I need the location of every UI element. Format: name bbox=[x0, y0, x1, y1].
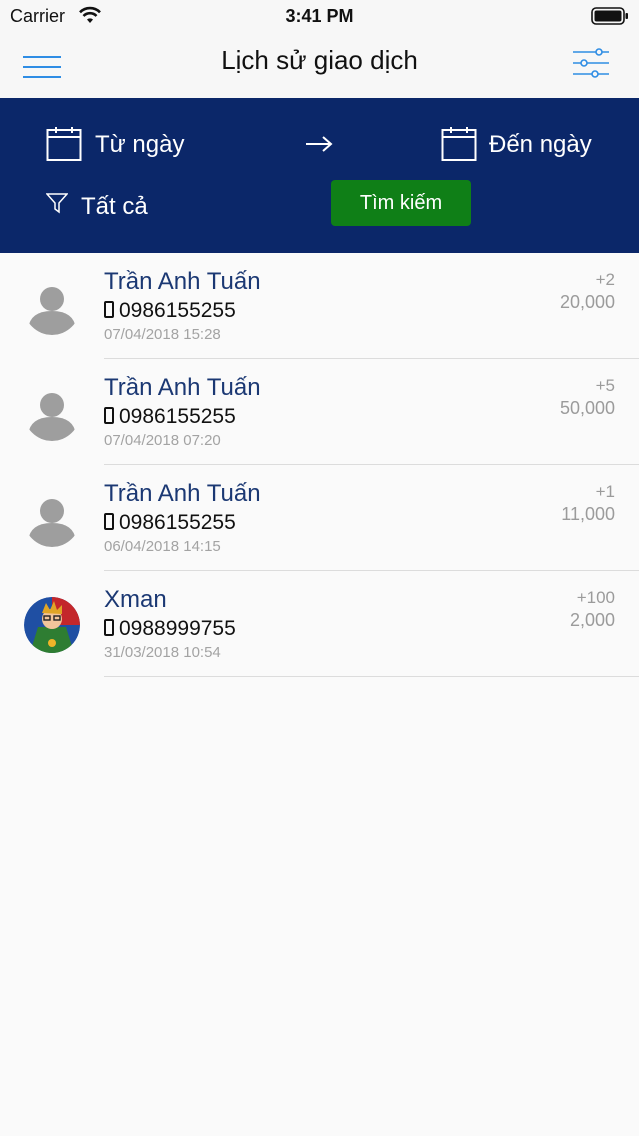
customer-phone: 0986155255 bbox=[104, 511, 236, 535]
transaction-datetime: 06/04/2018 14:15 bbox=[104, 538, 221, 555]
to-date-picker[interactable]: Đến ngày bbox=[441, 126, 631, 166]
transaction-amount: 11,000 bbox=[561, 504, 615, 524]
customer-name: Trần Anh Tuấn bbox=[104, 480, 261, 507]
battery-icon bbox=[591, 7, 628, 25]
mobile-phone-icon bbox=[104, 301, 114, 318]
customer-name: Trần Anh Tuấn bbox=[104, 268, 261, 295]
phone-number: 0986155255 bbox=[119, 405, 236, 428]
phone-number: 0986155255 bbox=[119, 299, 236, 322]
status-bar: Carrier 3:41 PM bbox=[0, 0, 639, 34]
transaction-quantity: +2 bbox=[595, 270, 615, 289]
phone-number: 0988999755 bbox=[119, 617, 236, 640]
transaction-datetime: 07/04/2018 07:20 bbox=[104, 432, 221, 449]
transaction-row[interactable]: Trần Anh Tuấn 0986155255 07/04/2018 07:20 +… bbox=[0, 359, 639, 465]
user-avatar-image bbox=[24, 597, 80, 653]
type-filter-dropdown[interactable]: Tất cả bbox=[46, 190, 206, 226]
status-time: 3:41 PM bbox=[285, 6, 354, 26]
transaction-quantity: +100 bbox=[576, 588, 615, 607]
filter-funnel-icon bbox=[46, 193, 68, 214]
transaction-row[interactable]: Trần Anh Tuấn 0986155255 07/04/2018 15:28 +… bbox=[0, 253, 639, 359]
from-date-picker[interactable]: Từ ngày bbox=[46, 126, 246, 166]
customer-phone: 0988999755 bbox=[104, 617, 236, 641]
transaction-amount: 2,000 bbox=[569, 610, 615, 630]
from-date-label: Từ ngày bbox=[95, 131, 185, 158]
transaction-amount: 50,000 bbox=[559, 398, 615, 418]
transaction-datetime: 31/03/2018 10:54 bbox=[104, 644, 221, 661]
mobile-phone-icon bbox=[104, 513, 114, 530]
settings-sliders-icon[interactable] bbox=[571, 46, 611, 80]
transaction-row[interactable]: Xman 0988999755 31/03/2018 10:54 +100 2,000 bbox=[0, 571, 639, 677]
to-date-label: Đến ngày bbox=[489, 131, 592, 158]
customer-name: Xman bbox=[104, 586, 167, 613]
transaction-datetime: 07/04/2018 15:28 bbox=[104, 326, 221, 343]
default-user-icon bbox=[24, 279, 80, 335]
row-divider bbox=[104, 676, 639, 677]
nav-bar: Lịch sử giao dịch bbox=[0, 34, 639, 98]
mobile-phone-icon bbox=[104, 619, 114, 636]
arrow-right-icon bbox=[306, 136, 333, 152]
default-user-icon bbox=[24, 385, 80, 441]
default-user-icon bbox=[24, 491, 80, 547]
page-title: Lịch sử giao dịch bbox=[221, 45, 418, 75]
calendar-icon bbox=[441, 127, 477, 161]
filter-panel: Từ ngày Đến ngày Tất cả Tìm kiếm bbox=[0, 98, 639, 253]
transaction-list: Trần Anh Tuấn 0986155255 07/04/2018 15:28 +… bbox=[0, 253, 639, 677]
search-button[interactable]: Tìm kiếm bbox=[331, 180, 471, 226]
transaction-quantity: +1 bbox=[595, 482, 615, 501]
mobile-phone-icon bbox=[104, 407, 114, 424]
customer-name: Trần Anh Tuấn bbox=[104, 374, 261, 401]
transaction-amount: 20,000 bbox=[559, 292, 615, 312]
transaction-row[interactable]: Trần Anh Tuấn 0986155255 06/04/2018 14:15 +… bbox=[0, 465, 639, 571]
type-filter-label: Tất cả bbox=[81, 193, 148, 220]
calendar-icon bbox=[46, 127, 82, 161]
transaction-quantity: +5 bbox=[595, 376, 615, 395]
customer-phone: 0986155255 bbox=[104, 405, 236, 429]
customer-phone: 0986155255 bbox=[104, 299, 236, 323]
phone-number: 0986155255 bbox=[119, 511, 236, 534]
